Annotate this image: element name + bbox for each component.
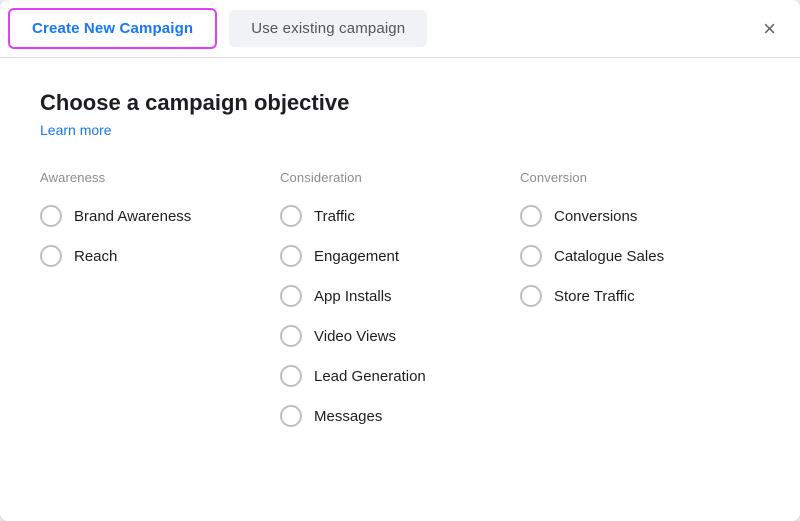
objective-item-conversions[interactable]: Conversions [520, 201, 760, 231]
objective-label-lead-generation: Lead Generation [314, 368, 426, 385]
radio-messages[interactable] [280, 405, 302, 427]
objective-label-video-views: Video Views [314, 328, 396, 345]
objectives-grid: Awareness Brand Awareness Reach Consider… [40, 170, 760, 431]
objective-item-app-installs[interactable]: App Installs [280, 281, 520, 311]
objective-label-engagement: Engagement [314, 248, 399, 265]
radio-brand-awareness[interactable] [40, 205, 62, 227]
column-label-conversion: Conversion [520, 170, 760, 185]
objective-item-lead-generation[interactable]: Lead Generation [280, 361, 520, 391]
objective-item-reach[interactable]: Reach [40, 241, 280, 271]
objective-label-traffic: Traffic [314, 208, 355, 225]
radio-catalogue-sales[interactable] [520, 245, 542, 267]
modal-body: Choose a campaign objective Learn more A… [0, 58, 800, 521]
objective-label-store-traffic: Store Traffic [554, 288, 635, 305]
radio-lead-generation[interactable] [280, 365, 302, 387]
radio-reach[interactable] [40, 245, 62, 267]
objective-item-messages[interactable]: Messages [280, 401, 520, 431]
radio-traffic[interactable] [280, 205, 302, 227]
tab-bar: Create New Campaign Use existing campaig… [0, 0, 800, 58]
objective-label-brand-awareness: Brand Awareness [74, 208, 191, 225]
column-consideration: Consideration Traffic Engagement App Ins… [280, 170, 520, 431]
section-title: Choose a campaign objective [40, 90, 760, 116]
objective-item-brand-awareness[interactable]: Brand Awareness [40, 201, 280, 231]
close-button[interactable]: × [755, 14, 784, 44]
objective-label-conversions: Conversions [554, 208, 637, 225]
objective-list-conversion: Conversions Catalogue Sales Store Traffi… [520, 201, 760, 311]
objective-label-catalogue-sales: Catalogue Sales [554, 248, 664, 265]
column-conversion: Conversion Conversions Catalogue Sales S… [520, 170, 760, 431]
campaign-modal: Create New Campaign Use existing campaig… [0, 0, 800, 521]
objective-label-app-installs: App Installs [314, 288, 392, 305]
learn-more-link[interactable]: Learn more [40, 122, 112, 138]
objective-list-awareness: Brand Awareness Reach [40, 201, 280, 271]
tab-create-new[interactable]: Create New Campaign [8, 8, 217, 49]
column-awareness: Awareness Brand Awareness Reach [40, 170, 280, 431]
radio-conversions[interactable] [520, 205, 542, 227]
radio-video-views[interactable] [280, 325, 302, 347]
tab-use-existing[interactable]: Use existing campaign [229, 10, 427, 47]
objective-item-video-views[interactable]: Video Views [280, 321, 520, 351]
objective-label-messages: Messages [314, 408, 382, 425]
objective-item-engagement[interactable]: Engagement [280, 241, 520, 271]
radio-store-traffic[interactable] [520, 285, 542, 307]
column-label-consideration: Consideration [280, 170, 520, 185]
radio-engagement[interactable] [280, 245, 302, 267]
objective-label-reach: Reach [74, 248, 117, 265]
objective-list-consideration: Traffic Engagement App Installs Video Vi… [280, 201, 520, 431]
column-label-awareness: Awareness [40, 170, 280, 185]
radio-app-installs[interactable] [280, 285, 302, 307]
objective-item-traffic[interactable]: Traffic [280, 201, 520, 231]
objective-item-catalogue-sales[interactable]: Catalogue Sales [520, 241, 760, 271]
objective-item-store-traffic[interactable]: Store Traffic [520, 281, 760, 311]
